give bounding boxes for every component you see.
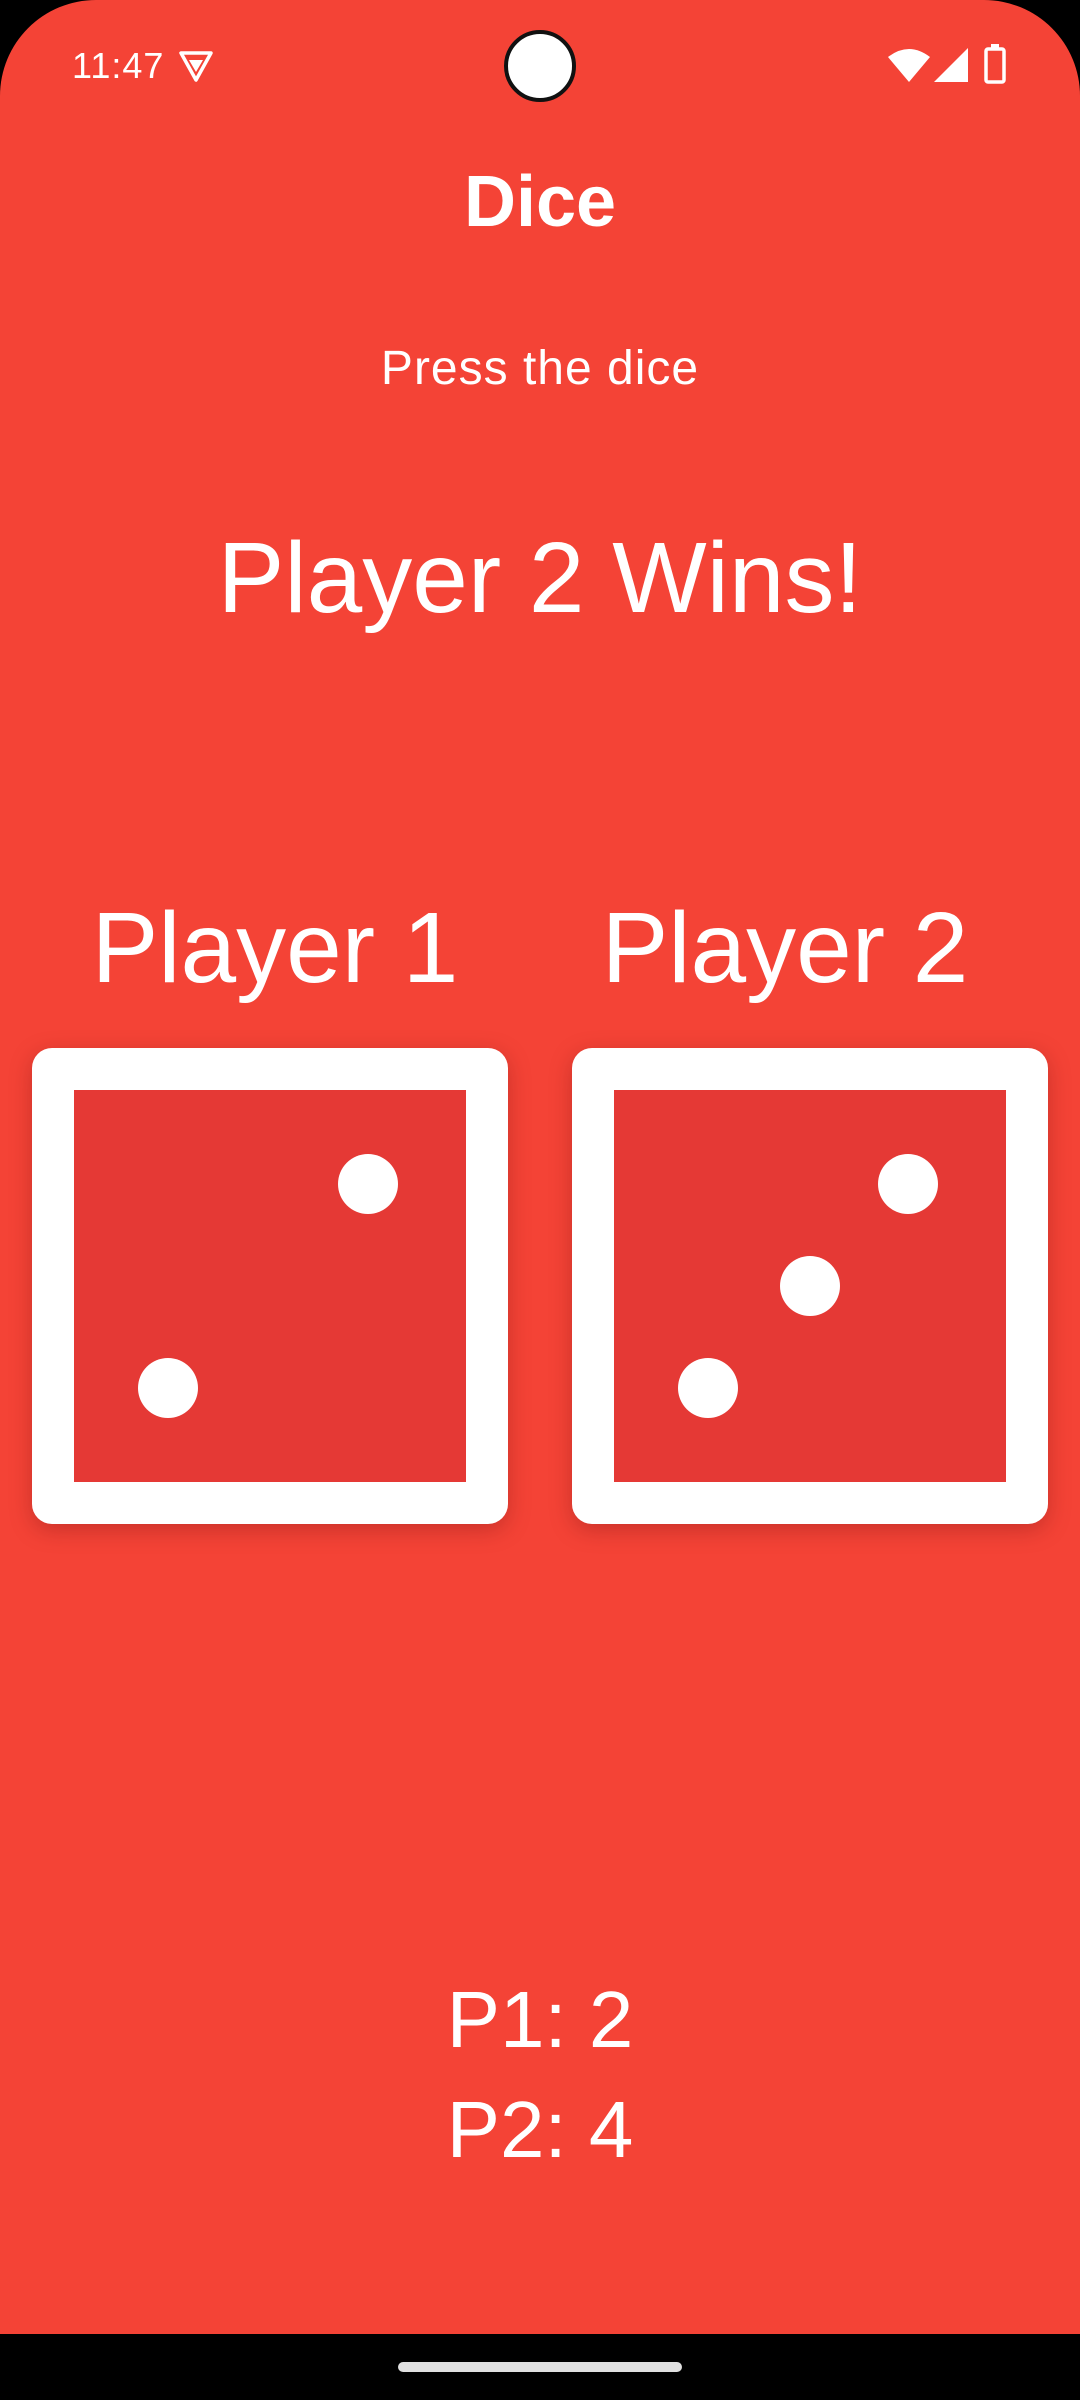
player-2-die-face xyxy=(614,1090,1006,1482)
result-text: Player 2 Wins! xyxy=(217,522,863,634)
player-1-die-pip xyxy=(338,1154,398,1215)
instruction-text: Press the dice xyxy=(380,342,700,395)
player-1-die-face xyxy=(74,1090,466,1482)
player-2-die-pip xyxy=(678,1357,739,1418)
battery-icon xyxy=(984,44,1006,84)
player-2-score: P2: 4 xyxy=(446,2085,634,2174)
vpn-shield-icon xyxy=(179,51,213,82)
phone-screen: 11:47 Dice Press the dice Player 2 Wins!… xyxy=(0,0,1080,2400)
player-1-die[interactable] xyxy=(32,1048,508,1524)
cellular-signal-icon xyxy=(934,48,968,82)
camera-cutout xyxy=(504,30,576,102)
player-1-die-pip xyxy=(138,1357,199,1418)
status-bar: 11:47 xyxy=(0,0,1080,130)
player-1-label: Player 1 xyxy=(91,892,459,1004)
gesture-navigation-bar[interactable] xyxy=(398,2362,682,2372)
player-2-label: Player 2 xyxy=(601,892,969,1004)
status-time: 11:47 xyxy=(72,45,165,86)
player-2-die-pip xyxy=(878,1154,938,1215)
wifi-icon xyxy=(888,49,930,82)
player-2-die-pip xyxy=(780,1256,840,1316)
player-2-die[interactable] xyxy=(572,1048,1048,1524)
app-title: Dice xyxy=(463,162,617,242)
player-1-score: P1: 2 xyxy=(446,1975,634,2064)
